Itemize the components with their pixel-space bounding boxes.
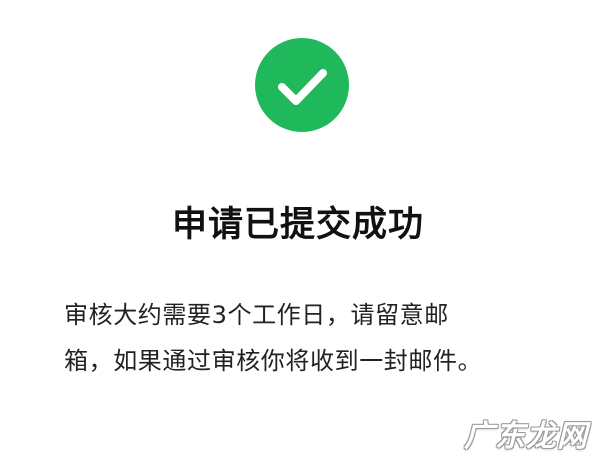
review-message-line-2: 箱，如果通过审核你将收到一封邮件。: [64, 347, 483, 375]
success-check-icon: [255, 38, 349, 132]
review-message: 审核大约需要3个工作日，请留意邮 箱，如果通过审核你将收到一封邮件。: [64, 292, 544, 384]
success-page: 申请已提交成功 审核大约需要3个工作日，请留意邮 箱，如果通过审核你将收到一封邮…: [0, 0, 596, 463]
page-title: 申请已提交成功: [171, 205, 424, 245]
site-watermark: 广东龙网: [464, 419, 588, 454]
review-message-line-1: 审核大约需要3个工作日，请留意邮: [64, 301, 449, 329]
